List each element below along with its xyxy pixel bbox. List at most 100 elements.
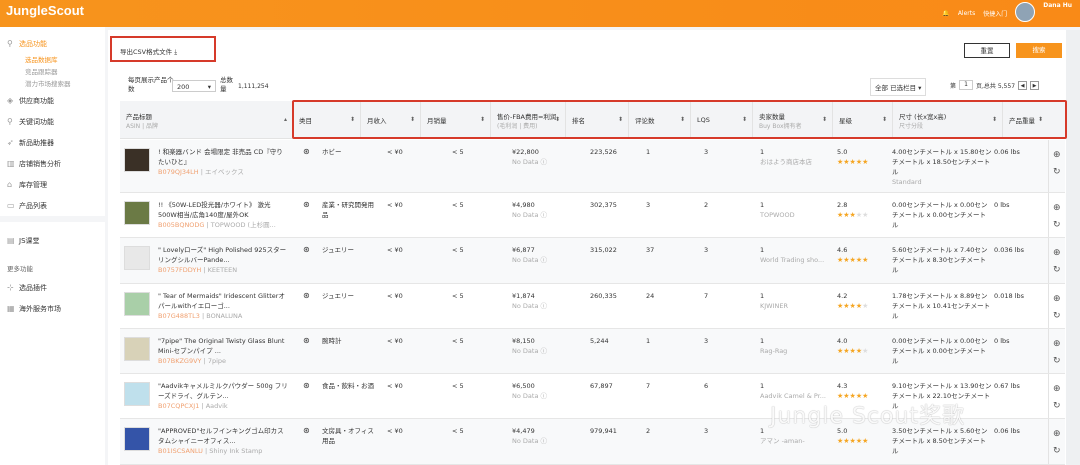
product-title[interactable]: "7pipe" The Original Twisty Glass Blunt … [158,336,288,356]
reset-button[interactable]: 重置 [964,43,1010,58]
sort-icon[interactable]: ▴ [284,116,287,123]
refresh-icon[interactable]: ↻ [1053,167,1061,177]
price: ¥6,500 [512,382,535,390]
refresh-icon[interactable]: ↻ [1053,220,1061,230]
asin-link[interactable]: B0757FDDYH [158,266,201,274]
table-row[interactable]: "7pipe" The Original Twisty Glass Blunt … [120,329,1065,374]
product-image[interactable] [124,246,150,270]
sellers: 1 [760,201,765,209]
sidebar-item-js[interactable]: ▤ JS课堂 [0,230,105,251]
table-row[interactable]: !! 《50W-LED投光器/ホワイト》 激光500W相当/広角140度/屋外O… [120,193,1065,238]
sidebar-item-launch[interactable]: ➶ 新品助推器 [0,132,105,153]
sidebar-sub-database[interactable]: 选品数据库 [0,54,105,66]
column-select[interactable]: 全部 已选栏目 ▾ [870,78,927,96]
add-icon[interactable]: ⊕ [1053,248,1061,258]
bell-icon[interactable]: 🔔 [942,10,949,17]
page-input[interactable]: 1 [959,80,974,90]
sidebar-item-inventory[interactable]: ⌂ 库存管理 [0,174,105,195]
asin-link[interactable]: B07BKZG9VY [158,357,202,365]
price: ¥6,877 [512,246,535,254]
watermark: Jungle Scout奖歌 [770,404,966,429]
add-icon[interactable]: ⊕ [1053,429,1061,439]
product-title[interactable]: !! 《50W-LED投光器/ホワイト》 激光500W相当/広角140度/屋外O… [158,200,288,220]
asin-link[interactable]: B07G488TL3 [158,312,200,320]
avatar[interactable] [1015,1,1036,22]
sidebar-section-product[interactable]: ⚲ 选品功能 [0,33,105,54]
product-image[interactable] [124,382,150,406]
per-page-select[interactable]: 200 ▾ [172,80,216,92]
info-icon[interactable]: ⓘ [541,256,548,264]
table-row[interactable]: " Lovelyローズ" High Polished 925スターリングシルバー… [120,238,1065,284]
refresh-icon[interactable]: ↻ [1053,446,1061,456]
sidebar-item-supplier[interactable]: ◈ 供应商功能 [0,90,105,111]
weight: 0.036 lbs [994,246,1024,254]
column-header[interactable]: 产品标题 ASIN | 品牌 ▴ [120,101,292,139]
export-csv-button[interactable]: 导出CSV格式文件 ⤓ [110,36,216,62]
add-icon[interactable]: ⊕ [1053,339,1061,349]
row-actions: ⊕ ↻ [1048,140,1065,192]
sidebar-item-listing[interactable]: ▭ 产品列表 [0,195,105,216]
asin-link[interactable]: B07CQPCXJ1 [158,402,199,410]
sidebar-sub-tracker[interactable]: 竞品跟踪器 [0,66,105,78]
monthly-revenue: < ¥0 [387,427,403,435]
product-image[interactable] [124,292,150,316]
category-icon: ⊛ [303,336,310,345]
product-title[interactable]: " Lovelyローズ" High Polished 925スターリングシルバー… [158,245,288,265]
refresh-icon[interactable]: ↻ [1053,401,1061,411]
alerts-link[interactable]: Alerts [958,10,975,17]
info-icon[interactable]: ⓘ [541,347,548,355]
info-icon[interactable]: ⓘ [541,437,548,445]
product-title[interactable]: ! 和楽器バンド 会場限定 非売品 CD『守りたいひと』 [158,147,288,167]
table-row[interactable]: ! 和楽器バンド 会場限定 非売品 CD『守りたいひと』 B079QJ34LH … [120,140,1065,193]
info-icon[interactable]: ⓘ [541,158,548,166]
monthly-revenue: < ¥0 [387,201,403,209]
table-row[interactable]: " Tear of Mermaids" Iridescent Glitterオパ… [120,284,1065,329]
weight: 0.06 lbs [994,148,1020,156]
lqs: 3 [704,337,709,345]
sidebar-sub-niche[interactable]: 潜力市场搜索器 [0,78,105,90]
lqs: 3 [704,427,709,435]
sidebar-item-sales[interactable]: ▥ 店铺销售分析 [0,153,105,174]
reviews: 2 [646,427,651,435]
product-image[interactable] [124,337,150,361]
home-icon: ⌂ [7,180,13,189]
add-icon[interactable]: ⊕ [1053,384,1061,394]
pagination: 第 1 页,总共 5,557 ◀ ▶ [950,80,1040,90]
info-icon[interactable]: ⓘ [541,302,548,310]
sidebar-item-market[interactable]: ▦ 海外服务市场 [0,298,105,319]
refresh-icon[interactable]: ↻ [1053,311,1061,321]
sidebar-item-plugin[interactable]: ⊹ 选品插件 [0,277,105,298]
store-icon: ▦ [7,304,15,313]
asin-link[interactable]: B01ISCSANLU [158,447,203,455]
sidebar-item-keyword[interactable]: ⚲ 关键词功能 [0,111,105,132]
row-actions: ⊕ ↻ [1048,238,1065,283]
prev-page-button[interactable]: ◀ [1018,80,1028,90]
add-icon[interactable]: ⊕ [1053,150,1061,160]
info-icon[interactable]: ⓘ [541,211,548,219]
reviews: 24 [646,292,655,300]
product-title[interactable]: "APPROVED"セルフインキングゴム印カスタムシャイニーオフィス... [158,426,288,446]
add-icon[interactable]: ⊕ [1053,294,1061,304]
next-page-button[interactable]: ▶ [1030,80,1040,90]
product-image[interactable] [124,427,150,451]
product-image[interactable] [124,201,150,225]
asin-link[interactable]: B079QJ34LH [158,168,199,176]
info-icon[interactable]: ⓘ [541,392,548,400]
price: ¥1,874 [512,292,535,300]
refresh-icon[interactable]: ↻ [1053,265,1061,275]
user-name[interactable]: Dana Hu [1043,2,1072,9]
add-icon[interactable]: ⊕ [1053,203,1061,213]
product-title[interactable]: " Tear of Mermaids" Iridescent Glitterオパ… [158,291,288,311]
asin-link[interactable]: B005BQNODG [158,221,204,229]
refresh-icon[interactable]: ↻ [1053,356,1061,366]
search-button[interactable]: 搜索 [1016,43,1062,58]
category: ジュエリー [322,292,355,300]
bar-chart-icon: ▥ [7,159,15,168]
quick-start-link[interactable]: 快捷入门 [983,9,1007,18]
product-title[interactable]: "Aadvikキャメルミルクパウダー 500g フリーズドライ、グルテン... [158,381,288,401]
scrollbar[interactable] [1066,30,1080,465]
category: 産業・研究開発用品 [322,201,374,219]
product-image[interactable] [124,148,150,172]
logo[interactable]: JungleScout [6,3,84,18]
buybox-owner: World Trading sho... [760,256,825,264]
